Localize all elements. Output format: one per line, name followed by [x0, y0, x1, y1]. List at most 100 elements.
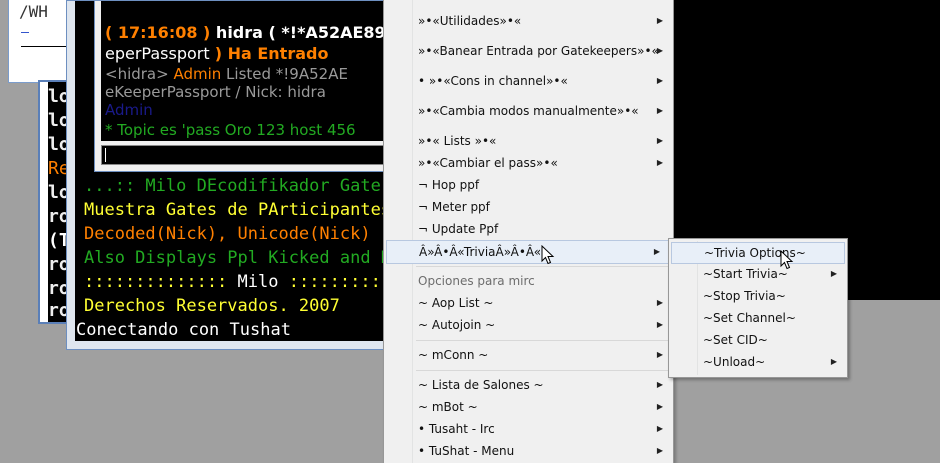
- menu-item-mconn[interactable]: ~ mConn ~ ▶: [384, 344, 673, 366]
- submenu-arrow-icon: ▶: [656, 446, 663, 455]
- menu-item-cons-in-channel[interactable]: • »•«Cons in channel»•« ▶: [384, 70, 673, 92]
- menu-item-label: ¬ Update Ppf: [418, 222, 499, 236]
- menu-item-cambiar-pass[interactable]: »•«Cambiar el pass»•« ▶: [384, 152, 673, 174]
- menu-item-label: • TuShat - Menu: [418, 444, 515, 458]
- submenu-item-label: ~Start Trivia~: [703, 267, 788, 281]
- submenu-item-trivia-options[interactable]: ~Trivia Options~: [671, 242, 845, 264]
- submenu-arrow-icon: ▶: [656, 136, 663, 145]
- menu-item-label: »•« Lists »•«: [418, 134, 497, 148]
- menu-item-label: »•«Banear Entrada por Gatekeepers»•«: [418, 44, 659, 58]
- chat-window: ( 17:16:08 ) hidra ( *!*A52AE893 eperPas…: [94, 0, 396, 172]
- menu-item-hop-ppf[interactable]: ¬ Hop ppf: [384, 174, 673, 196]
- menu-item-label: ~ Lista de Salones ~: [418, 378, 544, 392]
- submenu-item-label: ~Set Channel~: [703, 311, 796, 325]
- status-line: Conectando con Tushat: [76, 320, 291, 340]
- menu-item-label: »•«Utilidades»•«: [418, 14, 522, 28]
- submenu-item-label: ~Unload~: [703, 355, 766, 369]
- chat-text: <hidra>: [105, 65, 174, 83]
- submenu-arrow-icon: ▶: [830, 357, 837, 366]
- submenu-item-label: ~Set CID~: [703, 333, 768, 347]
- chat-timestamp: ( 17:16:08 ): [105, 23, 211, 42]
- script-banner-line: Derechos Reservados. 2007: [84, 296, 340, 316]
- menu-item-trivia[interactable]: Â»Â•Â«TriviaÂ»Â•Â« ▶: [386, 240, 671, 264]
- submenu-arrow-icon: ▶: [656, 350, 663, 359]
- background-window-link: [21, 32, 29, 33]
- mouse-pointer-icon: [541, 245, 555, 265]
- script-banner-line: Also Displays Ppl Kicked and D: [84, 248, 392, 268]
- submenu-item-label: ~Stop Trivia~: [703, 289, 786, 303]
- submenu-item-set-channel[interactable]: ~Set Channel~: [669, 307, 847, 329]
- trivia-submenu: ~Trivia Options~ ~Start Trivia~ ▶ ~Stop T…: [668, 238, 848, 378]
- menu-separator: [416, 340, 669, 341]
- text-caret: [105, 148, 106, 162]
- chat-line: eperPassport ) Ha Entrado: [105, 44, 328, 63]
- menu-item-label: • »•«Cons in channel»•«: [418, 74, 568, 88]
- banner-dots: ::::::::::::::: [84, 272, 238, 292]
- submenu-arrow-icon: ▶: [656, 402, 663, 411]
- chat-topic-line: * Topic es 'pass Oro 123 host 456: [105, 121, 356, 139]
- mouse-pointer-icon: [780, 250, 794, 270]
- submenu-arrow-icon: ▶: [656, 320, 663, 329]
- submenu-arrow-icon: ▶: [656, 76, 663, 85]
- submenu-arrow-icon: ▶: [656, 46, 663, 55]
- submenu-item-unload[interactable]: ~Unload~ ▶: [669, 351, 847, 373]
- submenu-arrow-icon: ▶: [653, 247, 660, 256]
- menu-item-label: ~ Autojoin ~: [418, 318, 496, 332]
- menu-item-label: ~ mConn ~: [418, 348, 489, 362]
- menu-section-header: Opciones para mirc: [384, 270, 673, 292]
- menu-item-meter-ppf[interactable]: ¬ Meter ppf: [384, 196, 673, 218]
- script-banner-line: Decoded(Nick), Unicode(Nick): [84, 224, 371, 244]
- background-window-top: /WH: [8, 0, 70, 83]
- context-menu: »•«Utilidades»•« ▶ »•«Banear Entrada por …: [383, 0, 674, 463]
- chat-line: <hidra> Admin Listed *!9A52AE: [105, 65, 348, 83]
- chat-admin-tag: Admin: [173, 65, 227, 83]
- background-window-title: /WH: [19, 2, 48, 21]
- menu-item-utilidades[interactable]: »•«Utilidades»•« ▶: [384, 10, 673, 32]
- background-window-divider: [21, 46, 69, 47]
- menu-item-lists[interactable]: »•« Lists »•« ▶: [384, 130, 673, 152]
- submenu-arrow-icon: ▶: [656, 16, 663, 25]
- chat-line: Admin: [105, 101, 153, 119]
- chat-join-notice: ) Ha Entrado: [214, 44, 329, 63]
- menu-item-label: »•«Cambiar el pass»•«: [418, 156, 558, 170]
- menu-item-tushat-menu[interactable]: • TuShat - Menu ▶: [384, 440, 673, 462]
- menu-item-update-ppf[interactable]: ¬ Update Ppf: [384, 218, 673, 240]
- menu-item-aop-list[interactable]: ~ Aop List ~ ▶: [384, 292, 673, 314]
- submenu-arrow-icon: ▶: [656, 424, 663, 433]
- script-banner-line: ...:: Milo DEcodifikador Gate &: [84, 176, 402, 196]
- chat-log: ( 17:16:08 ) hidra ( *!*A52AE893 eperPas…: [101, 1, 395, 141]
- menu-section-label: Opciones para mirc: [418, 274, 535, 288]
- menu-item-tusaht-irc[interactable]: • Tusaht - Irc ▶: [384, 418, 673, 440]
- chat-text: eperPassport: [105, 44, 215, 63]
- menu-item-label: »•«Cambia modos manualmente»•«: [418, 104, 639, 118]
- submenu-arrow-icon: ▶: [830, 269, 837, 278]
- submenu-item-stop-trivia[interactable]: ~Stop Trivia~: [669, 285, 847, 307]
- menu-item-autojoin[interactable]: ~ Autojoin ~ ▶: [384, 314, 673, 336]
- banner-author: Milo: [237, 272, 279, 292]
- menu-item-label: • Tusaht - Irc: [418, 422, 495, 436]
- chat-line: ( 17:16:08 ) hidra ( *!*A52AE893: [105, 23, 395, 42]
- menu-separator: [416, 266, 669, 267]
- menu-item-cambia-modos[interactable]: »•«Cambia modos manualmente»•« ▶: [384, 100, 673, 122]
- script-banner-line: Muestra Gates de PArticipantes: [84, 200, 392, 220]
- submenu-arrow-icon: ▶: [656, 158, 663, 167]
- menu-item-label: Â»Â•Â«TriviaÂ»Â•Â«: [419, 245, 542, 259]
- submenu-arrow-icon: ▶: [656, 106, 663, 115]
- menu-item-label: ¬ Hop ppf: [418, 178, 480, 192]
- menu-separator: [416, 370, 669, 371]
- submenu-item-set-cid[interactable]: ~Set CID~: [669, 329, 847, 351]
- submenu-arrow-icon: ▶: [656, 298, 663, 307]
- chat-host: ( *!*A52AE893: [268, 23, 395, 42]
- menu-item-mbot[interactable]: ~ mBot ~ ▶: [384, 396, 673, 418]
- menu-item-banear[interactable]: »•«Banear Entrada por Gatekeepers»•« ▶: [384, 40, 673, 62]
- chat-line: eKeeperPassport / Nick: hidra: [105, 83, 326, 101]
- submenu-arrow-icon: ▶: [656, 380, 663, 389]
- chat-text: Listed *!9A52AE: [226, 65, 348, 83]
- menu-item-lista-salones[interactable]: ~ Lista de Salones ~ ▶: [384, 374, 673, 396]
- chat-input[interactable]: [101, 145, 393, 165]
- menu-item-label: ¬ Meter ppf: [418, 200, 490, 214]
- menu-item-label: ~ mBot ~: [418, 400, 478, 414]
- submenu-item-start-trivia[interactable]: ~Start Trivia~ ▶: [669, 263, 847, 285]
- chat-nick: hidra: [210, 23, 269, 42]
- menu-item-label: ~ Aop List ~: [418, 296, 494, 310]
